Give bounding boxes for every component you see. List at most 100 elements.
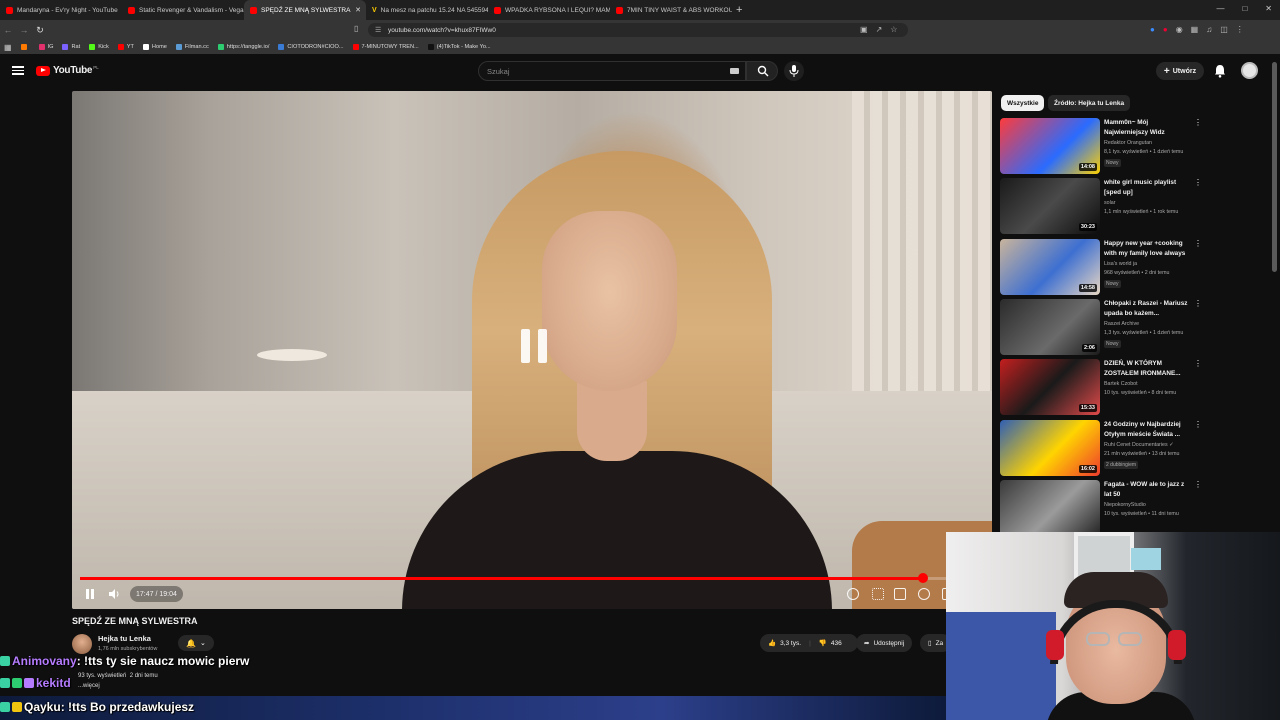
subscription-notifications-button[interactable]: 🔔 ⌄	[178, 635, 214, 651]
browser-tab[interactable]: WPADKA RYBSONA I LEQUI? MAMM...	[488, 0, 610, 20]
video-thumbnail[interactable]	[1000, 480, 1100, 536]
browser-tab[interactable]: 7MIN TINY WAIST & ABS WORKOUT...	[610, 0, 732, 20]
recommended-video[interactable]: 14:08 Mamm0n~ Mój Najwierniejszy Widz Reda…	[1000, 118, 1202, 174]
channel-avatar[interactable]	[72, 634, 92, 654]
recommended-video[interactable]: 14:58 Happy new year +cooking with my fam…	[1000, 239, 1202, 295]
recommended-video[interactable]: 2:06 Chłopaki z Raszei - Mariusz upada bo…	[1000, 299, 1202, 355]
bookmark-item[interactable]	[20, 44, 30, 50]
recommended-channel[interactable]: Raszei Archive	[1104, 321, 1139, 327]
video-thumbnail[interactable]: 16:02	[1000, 420, 1100, 476]
bookmark-item[interactable]: Rat	[62, 44, 80, 50]
search-input[interactable]: Szukaj	[478, 61, 746, 81]
bookmark-item[interactable]: YT	[117, 44, 134, 50]
address-bar[interactable]: ☰ youtube.com/watch?v=khux87FIWw0	[368, 23, 908, 37]
volume-icon[interactable]	[108, 588, 120, 600]
recommended-video[interactable]: 15:33 DZIEŃ, W KTÓRYM ZOSTAŁEM IRONMANE..…	[1000, 359, 1202, 415]
bookmark-item[interactable]: Home	[142, 44, 167, 50]
recommended-title[interactable]: DZIEŃ, W KTÓRYM ZOSTAŁEM IRONMANE...	[1104, 359, 1192, 378]
more-actions-icon[interactable]: ⋮	[1194, 239, 1202, 248]
dislike-count[interactable]: 436	[831, 640, 842, 647]
video-thumbnail[interactable]: 14:58	[1000, 239, 1100, 295]
create-button[interactable]: + Utwórz	[1156, 62, 1204, 80]
extension-icon[interactable]: ◉	[1176, 25, 1183, 34]
youtube-logo[interactable]: YouTube PL	[36, 65, 99, 76]
recommended-title[interactable]: Happy new year +cooking with my family l…	[1104, 239, 1192, 258]
recommended-channel[interactable]: solar	[1104, 200, 1115, 206]
recommended-title[interactable]: Fagata - WOW ale to jazz z lat 50	[1104, 480, 1192, 499]
bookmark-star-icon[interactable]: ▯	[354, 24, 358, 33]
description-more-link[interactable]: ...więcej	[78, 683, 100, 689]
close-window-icon[interactable]: ✕	[1265, 4, 1272, 13]
share-icon[interactable]: ↗	[876, 25, 883, 34]
keyboard-icon[interactable]	[730, 68, 739, 74]
maximize-icon[interactable]: □	[1242, 4, 1247, 13]
video-thumbnail[interactable]: 15:33	[1000, 359, 1100, 415]
search-button[interactable]	[746, 61, 778, 81]
pause-icon[interactable]	[84, 588, 96, 600]
share-button[interactable]: ➦ Udostępnij	[856, 634, 913, 652]
center-pause-icon[interactable]	[521, 329, 549, 363]
extension-icon[interactable]: ●	[1163, 25, 1168, 34]
like-count[interactable]: 3,3 tys.	[780, 640, 801, 647]
install-icon[interactable]: ▣	[860, 25, 868, 34]
minimize-icon[interactable]: —	[1216, 4, 1224, 13]
miniplayer-icon[interactable]	[894, 588, 906, 600]
bookmark-item[interactable]: (4)TikTok - Make Yo...	[427, 44, 491, 50]
video-player[interactable]: 17:47 / 19:04	[72, 91, 992, 609]
browser-tab[interactable]: Mandaryna - Ev'ry Night - YouTube	[0, 0, 122, 20]
recommended-channel[interactable]: Redaktor Orangutan	[1104, 140, 1152, 146]
channel-name[interactable]: Hejka tu Lenka	[98, 634, 151, 643]
video-thumbnail[interactable]: 2:06	[1000, 299, 1100, 355]
more-actions-icon[interactable]: ⋮	[1194, 420, 1202, 429]
thumbs-down-icon[interactable]: 👎	[819, 639, 827, 647]
more-actions-icon[interactable]: ⋮	[1194, 178, 1202, 187]
chip-from-channel[interactable]: Źródło: Hejka tu Lenka	[1048, 95, 1131, 111]
account-avatar[interactable]	[1241, 62, 1258, 79]
extension-icon[interactable]: ●	[1150, 25, 1155, 34]
new-tab-button[interactable]: +	[736, 4, 742, 16]
bookmark-item[interactable]: Kick	[89, 44, 109, 50]
subtitles-icon[interactable]	[872, 588, 884, 600]
extensions-puzzle-icon[interactable]: ▦	[1191, 25, 1199, 34]
browser-tab[interactable]: SPĘDŹ ZE MNĄ SYLWESTRA ✕	[244, 0, 366, 20]
voice-search-button[interactable]	[784, 61, 804, 81]
recommended-title[interactable]: Chłopaki z Raszei - Mariusz upada bo każ…	[1104, 299, 1192, 318]
media-icon[interactable]: ♫	[1206, 25, 1212, 34]
recommended-channel[interactable]: Bartek Czobot	[1104, 381, 1138, 387]
recommended-channel[interactable]: Ruhi Cenet Documentaries ✓	[1104, 442, 1174, 448]
settings-gear-icon[interactable]	[918, 588, 930, 600]
video-thumbnail[interactable]: 30:23	[1000, 178, 1100, 234]
more-actions-icon[interactable]: ⋮	[1194, 359, 1202, 368]
bookmark-item[interactable]: CIOTODRON#CIOO...	[278, 44, 344, 50]
progress-bar[interactable]	[80, 573, 984, 583]
close-tab-icon[interactable]: ✕	[355, 6, 361, 14]
back-icon[interactable]: ←	[0, 25, 16, 35]
more-actions-icon[interactable]: ⋮	[1194, 299, 1202, 308]
apps-grid-icon[interactable]: ▦	[4, 43, 12, 52]
more-actions-icon[interactable]: ⋮	[1194, 480, 1202, 489]
recommended-title[interactable]: white girl music playlist [sped up]	[1104, 178, 1192, 197]
recommended-video[interactable]: 16:02 24 Godziny w Najbardziej Otyłym mie…	[1000, 420, 1202, 476]
browser-tab[interactable]: V Na mesz na patchu 15.24 NA 545594	[366, 0, 488, 20]
recommended-video[interactable]: 30:23 white girl music playlist [sped up]…	[1000, 178, 1202, 234]
browser-tab[interactable]: Static Revenger & Vandalism - Vega...	[122, 0, 244, 20]
thumbs-up-icon[interactable]: 👍	[768, 639, 776, 647]
more-actions-icon[interactable]: ⋮	[1194, 118, 1202, 127]
bookmark-item[interactable]: IG	[38, 44, 53, 50]
autoplay-toggle-icon[interactable]	[847, 588, 859, 600]
star-icon[interactable]: ☆	[890, 25, 897, 34]
reload-icon[interactable]: ↻	[32, 25, 48, 36]
side-panel-icon[interactable]: ◫	[1220, 25, 1228, 34]
recommended-video[interactable]: Fagata - WOW ale to jazz z lat 50 Niepoko…	[1000, 480, 1202, 536]
recommended-channel[interactable]: Lisa's world ja	[1104, 261, 1137, 267]
menu-icon[interactable]	[12, 64, 24, 76]
forward-icon[interactable]: →	[16, 25, 32, 35]
menu-dots-icon[interactable]: ⋮	[1236, 25, 1244, 34]
bookmark-item[interactable]: Filman.cc	[175, 44, 209, 50]
chip-all[interactable]: Wszystkie	[1001, 95, 1045, 111]
recommended-title[interactable]: 24 Godziny w Najbardziej Otyłym mieście …	[1104, 420, 1192, 439]
notifications-bell-icon[interactable]	[1213, 64, 1227, 78]
scrubber-handle[interactable]	[917, 573, 928, 583]
recommended-channel[interactable]: NiepokornyStudio	[1104, 502, 1146, 508]
page-scrollbar[interactable]	[1272, 62, 1277, 272]
